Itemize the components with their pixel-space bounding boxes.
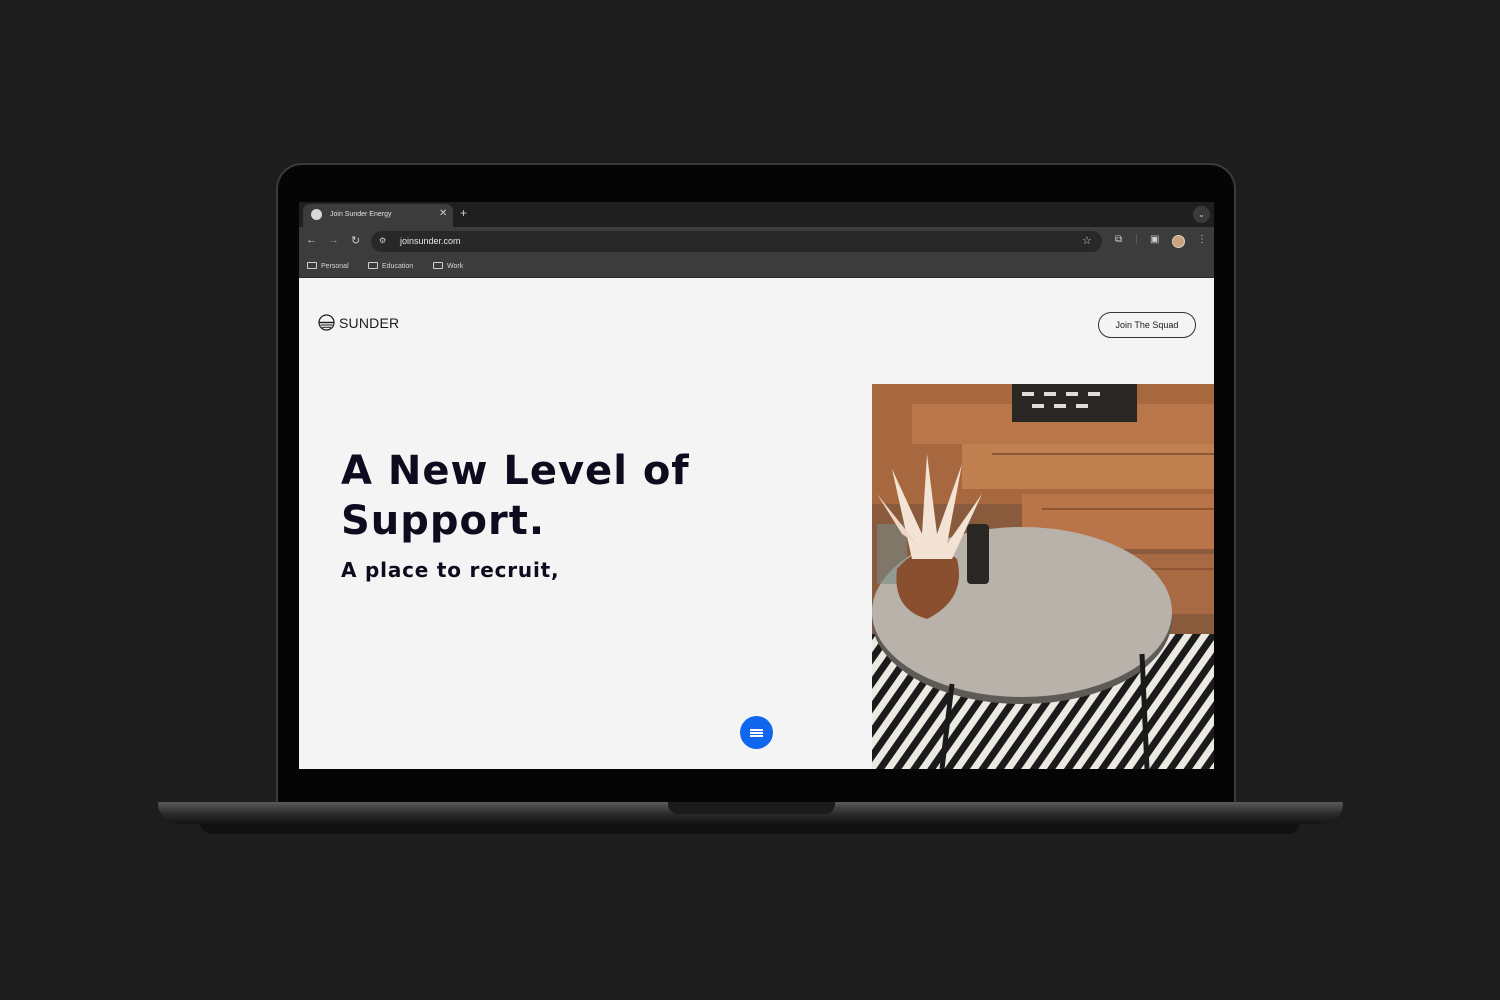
profile-avatar[interactable] [1172, 235, 1185, 248]
bookmarks-bar: Personal Education Work [299, 255, 1214, 278]
folder-icon [433, 262, 443, 269]
kebab-menu-icon[interactable]: ⋮ [1197, 234, 1207, 245]
bookmark-folder-education[interactable]: Education [368, 262, 413, 270]
reload-icon[interactable]: ↻ [351, 234, 360, 247]
url-text: joinsunder.com [400, 236, 461, 246]
forward-arrow-icon[interactable]: → [328, 234, 339, 246]
address-bar[interactable]: ⚙ joinsunder.com ☆ [371, 231, 1102, 252]
screen: Join Sunder Energy ✕ + ⌄ ← → ↻ ⚙ joinsun… [299, 202, 1214, 769]
laptop-notch [668, 802, 835, 814]
logo-text: SUNDER [339, 315, 400, 331]
site-settings-icon[interactable]: ⚙ [379, 236, 389, 246]
browser-toolbar: ← → ↻ ⚙ joinsunder.com ☆ ⧉ | ▣ ⋮ [299, 227, 1214, 255]
tab-bar: Join Sunder Energy ✕ + ⌄ [299, 202, 1214, 227]
close-icon[interactable]: ✕ [439, 208, 447, 219]
tab-title: Join Sunder Energy [330, 211, 392, 218]
join-the-squad-button[interactable]: Join The Squad [1098, 312, 1196, 338]
web-page: SUNDER Join The Squad A New Level of Sup… [299, 278, 1214, 769]
favicon-icon [311, 209, 322, 220]
toolbar-divider: | [1135, 234, 1138, 245]
back-arrow-icon[interactable]: ← [306, 234, 317, 246]
folder-icon [307, 262, 317, 269]
chevron-down-icon[interactable]: ⌄ [1193, 206, 1210, 223]
browser-tab[interactable]: Join Sunder Energy ✕ [303, 204, 453, 227]
new-tab-button[interactable]: + [460, 206, 467, 220]
bookmark-label: Work [447, 263, 464, 270]
sun-logo-icon [318, 314, 335, 331]
hero-headline: A New Level of Support. [341, 448, 690, 544]
hero-photo [872, 384, 1214, 769]
bookmark-label: Personal [321, 263, 349, 270]
bookmark-folder-personal[interactable]: Personal [307, 262, 349, 270]
star-icon[interactable]: ☆ [1082, 234, 1092, 247]
bookmark-folder-work[interactable]: Work [433, 262, 463, 270]
folder-icon [368, 262, 378, 269]
hero-subheadline: A place to recruit, [341, 558, 560, 582]
chat-menu-icon[interactable] [740, 716, 773, 749]
puzzle-icon[interactable]: ⧉ [1115, 234, 1122, 245]
side-panel-icon[interactable]: ▣ [1150, 234, 1159, 245]
bookmark-label: Education [382, 263, 414, 270]
